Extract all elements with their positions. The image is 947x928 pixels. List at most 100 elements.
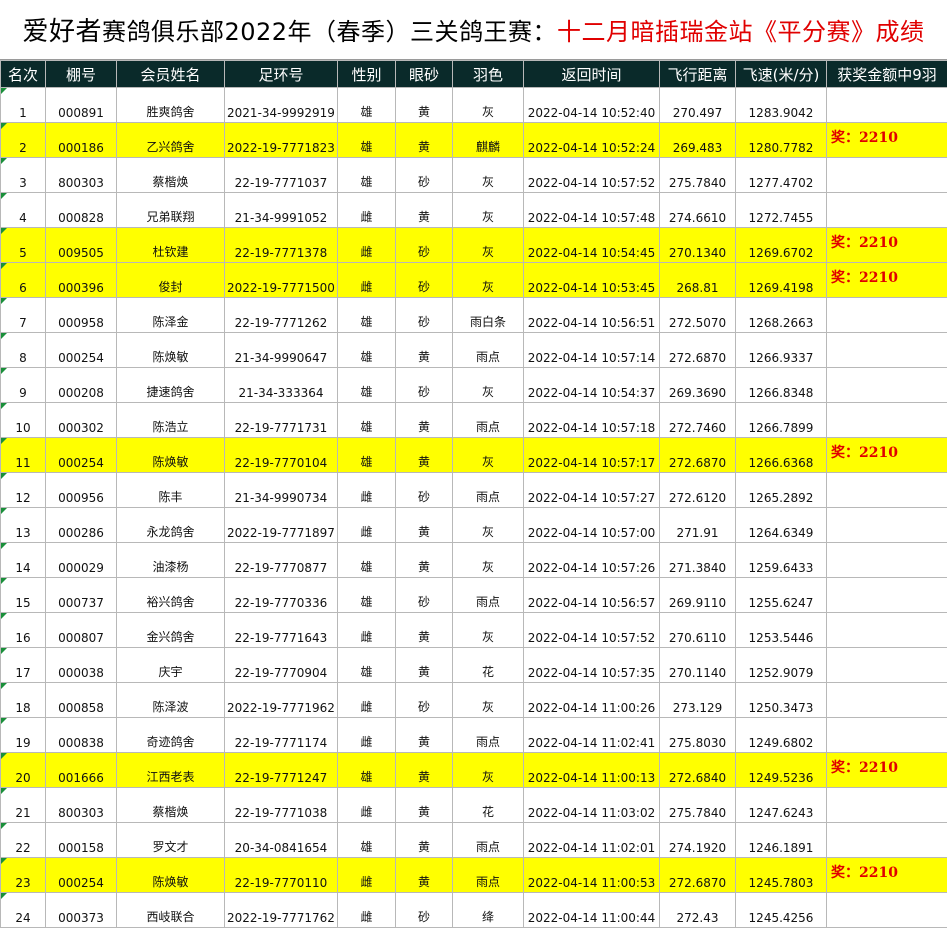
cell-member-name[interactable]: 陈焕敏: [117, 858, 225, 893]
cell-member-name[interactable]: 兄弟联翔: [117, 193, 225, 228]
header-prize[interactable]: 获奖金额中9羽: [827, 61, 947, 88]
cell-speed[interactable]: 1255.6247: [736, 578, 827, 613]
cell-return-time[interactable]: 2022-04-14 10:57:52: [524, 613, 660, 648]
cell-eye[interactable]: 黄: [396, 823, 453, 858]
cell-member-name[interactable]: 乙兴鸽舍: [117, 123, 225, 158]
cell-shed[interactable]: 000254: [46, 858, 117, 893]
cell-ring[interactable]: 22-19-7771247: [225, 753, 338, 788]
cell-sex[interactable]: 雄: [338, 578, 396, 613]
cell-distance[interactable]: 272.43: [660, 893, 736, 928]
cell-ring[interactable]: 21-34-9991052: [225, 193, 338, 228]
cell-ring[interactable]: 22-19-7770104: [225, 438, 338, 473]
cell-rank[interactable]: 16: [1, 613, 46, 648]
table-row[interactable]: 18000858陈泽波2022-19-7771962雌砂灰2022-04-14 …: [1, 683, 947, 718]
cell-ring[interactable]: 20-34-0841654: [225, 823, 338, 858]
cell-sex[interactable]: 雄: [338, 403, 396, 438]
cell-shed[interactable]: 001666: [46, 753, 117, 788]
cell-member-name[interactable]: 西岐联合: [117, 893, 225, 928]
cell-speed[interactable]: 1269.6702: [736, 228, 827, 263]
cell-speed[interactable]: 1266.7899: [736, 403, 827, 438]
table-row[interactable]: 17000038庆宇22-19-7770904雄黄花2022-04-14 10:…: [1, 648, 947, 683]
table-row[interactable]: 11000254陈焕敏22-19-7770104雄黄灰2022-04-14 10…: [1, 438, 947, 473]
cell-speed[interactable]: 1283.9042: [736, 88, 827, 123]
cell-feather[interactable]: 雨点: [453, 823, 524, 858]
cell-shed[interactable]: 000254: [46, 333, 117, 368]
table-row[interactable]: 21800303蔡楷焕22-19-7771038雌黄花2022-04-14 11…: [1, 788, 947, 823]
cell-rank[interactable]: 13: [1, 508, 46, 543]
cell-sex[interactable]: 雌: [338, 613, 396, 648]
cell-prize[interactable]: [827, 578, 947, 613]
cell-member-name[interactable]: 陈泽波: [117, 683, 225, 718]
cell-distance[interactable]: 275.7840: [660, 788, 736, 823]
cell-eye[interactable]: 黄: [396, 858, 453, 893]
cell-return-time[interactable]: 2022-04-14 10:57:35: [524, 648, 660, 683]
table-row[interactable]: 12000956陈丰21-34-9990734雌砂雨点2022-04-14 10…: [1, 473, 947, 508]
cell-prize[interactable]: [827, 403, 947, 438]
header-feather[interactable]: 羽色: [453, 61, 524, 88]
cell-member-name[interactable]: 金兴鸽舍: [117, 613, 225, 648]
cell-prize[interactable]: 奖：2210: [827, 858, 947, 893]
cell-distance[interactable]: 269.9110: [660, 578, 736, 613]
header-speed[interactable]: 飞速(米/分): [736, 61, 827, 88]
cell-eye[interactable]: 黄: [396, 88, 453, 123]
cell-shed[interactable]: 000807: [46, 613, 117, 648]
cell-shed[interactable]: 000958: [46, 298, 117, 333]
cell-distance[interactable]: 275.8030: [660, 718, 736, 753]
cell-shed[interactable]: 000373: [46, 893, 117, 928]
cell-return-time[interactable]: 2022-04-14 10:52:24: [524, 123, 660, 158]
cell-rank[interactable]: 23: [1, 858, 46, 893]
cell-member-name[interactable]: 陈浩立: [117, 403, 225, 438]
cell-member-name[interactable]: 陈焕敏: [117, 438, 225, 473]
cell-speed[interactable]: 1249.5236: [736, 753, 827, 788]
cell-eye[interactable]: 黄: [396, 543, 453, 578]
cell-speed[interactable]: 1280.7782: [736, 123, 827, 158]
cell-ring[interactable]: 2022-19-7771762: [225, 893, 338, 928]
cell-member-name[interactable]: 江西老表: [117, 753, 225, 788]
cell-rank[interactable]: 20: [1, 753, 46, 788]
cell-feather[interactable]: 雨点: [453, 333, 524, 368]
cell-distance[interactable]: 270.6110: [660, 613, 736, 648]
cell-rank[interactable]: 6: [1, 263, 46, 298]
cell-return-time[interactable]: 2022-04-14 10:57:26: [524, 543, 660, 578]
cell-return-time[interactable]: 2022-04-14 10:57:18: [524, 403, 660, 438]
cell-prize[interactable]: [827, 508, 947, 543]
cell-shed[interactable]: 000858: [46, 683, 117, 718]
cell-speed[interactable]: 1264.6349: [736, 508, 827, 543]
cell-eye[interactable]: 黄: [396, 613, 453, 648]
table-row[interactable]: 14000029油漆杨22-19-7770877雄黄灰2022-04-14 10…: [1, 543, 947, 578]
cell-sex[interactable]: 雌: [338, 788, 396, 823]
cell-sex[interactable]: 雄: [338, 823, 396, 858]
cell-member-name[interactable]: 永龙鸽舍: [117, 508, 225, 543]
table-row[interactable]: 4000828兄弟联翔21-34-9991052雌黄灰2022-04-14 10…: [1, 193, 947, 228]
table-row[interactable]: 2000186乙兴鸽舍2022-19-7771823雄黄麒麟2022-04-14…: [1, 123, 947, 158]
cell-speed[interactable]: 1252.9079: [736, 648, 827, 683]
cell-speed[interactable]: 1277.4702: [736, 158, 827, 193]
cell-shed[interactable]: 000838: [46, 718, 117, 753]
cell-distance[interactable]: 271.3840: [660, 543, 736, 578]
cell-return-time[interactable]: 2022-04-14 11:00:26: [524, 683, 660, 718]
cell-feather[interactable]: 雨点: [453, 718, 524, 753]
cell-eye[interactable]: 砂: [396, 158, 453, 193]
cell-sex[interactable]: 雌: [338, 508, 396, 543]
cell-return-time[interactable]: 2022-04-14 11:03:02: [524, 788, 660, 823]
cell-distance[interactable]: 272.6870: [660, 438, 736, 473]
cell-prize[interactable]: [827, 788, 947, 823]
cell-prize[interactable]: [827, 88, 947, 123]
cell-rank[interactable]: 11: [1, 438, 46, 473]
table-row[interactable]: 24000373西岐联合2022-19-7771762雌砂绛2022-04-14…: [1, 893, 947, 928]
cell-shed[interactable]: 000396: [46, 263, 117, 298]
cell-feather[interactable]: 灰: [453, 368, 524, 403]
cell-ring[interactable]: 2022-19-7771962: [225, 683, 338, 718]
cell-ring[interactable]: 22-19-7771378: [225, 228, 338, 263]
cell-ring[interactable]: 22-19-7770904: [225, 648, 338, 683]
header-eye[interactable]: 眼砂: [396, 61, 453, 88]
header-sex[interactable]: 性别: [338, 61, 396, 88]
cell-return-time[interactable]: 2022-04-14 10:57:17: [524, 438, 660, 473]
cell-prize[interactable]: [827, 193, 947, 228]
cell-sex[interactable]: 雌: [338, 858, 396, 893]
cell-prize[interactable]: [827, 543, 947, 578]
cell-feather[interactable]: 雨点: [453, 403, 524, 438]
cell-member-name[interactable]: 蔡楷焕: [117, 158, 225, 193]
header-shed[interactable]: 棚号: [46, 61, 117, 88]
cell-eye[interactable]: 黄: [396, 753, 453, 788]
